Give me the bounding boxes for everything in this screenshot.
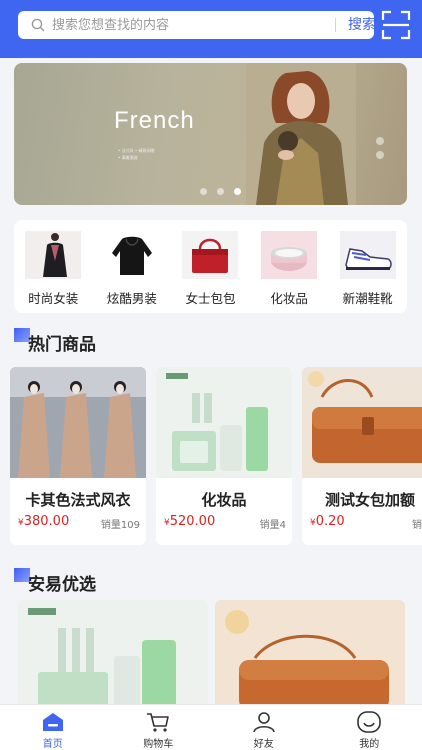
- search-bar[interactable]: 搜索: [18, 11, 376, 39]
- pick-card[interactable]: [18, 600, 208, 710]
- product-name: 化妆品: [201, 491, 247, 509]
- pick-image: [18, 600, 208, 710]
- handbag-icon: [182, 231, 239, 279]
- tab-cart[interactable]: 购物车: [106, 705, 212, 750]
- category-cosmetics[interactable]: 化妆品: [253, 231, 325, 313]
- product-card[interactable]: 测试女包加额 ¥0.20 销量: [302, 367, 422, 545]
- product-image: [156, 367, 292, 478]
- banner-model-image: [246, 63, 356, 205]
- product-name: 测试女包加额: [324, 491, 415, 509]
- category-men[interactable]: 炫酷男装: [96, 231, 168, 313]
- friends-icon: [252, 712, 275, 733]
- tab-friends[interactable]: 好友: [211, 705, 317, 750]
- promo-banner[interactable]: French • 法式风 • 精致闲暇 • 满美潮流: [14, 63, 407, 205]
- banner-dot-active[interactable]: [234, 188, 241, 195]
- product-sales: 销量109: [100, 520, 140, 531]
- banner-pagination: [200, 188, 241, 196]
- product-price: ¥0.20: [310, 514, 345, 529]
- section-header-hot: 热门商品: [14, 328, 214, 355]
- smile-face-icon: [357, 711, 382, 733]
- banner-prev-arrow[interactable]: [376, 151, 384, 159]
- women-coat-icon: [25, 231, 82, 279]
- category-grid: 时尚女装 炫酷男装 女士包包 化妆品 新潮鞋靴: [14, 220, 407, 313]
- tab-profile[interactable]: 我的: [317, 705, 422, 750]
- category-bags[interactable]: 女士包包: [174, 231, 246, 313]
- pick-card[interactable]: [215, 600, 405, 710]
- pick-image: [215, 600, 405, 710]
- category-shoes[interactable]: 新潮鞋靴: [332, 231, 404, 313]
- search-button[interactable]: 搜索: [340, 11, 384, 39]
- product-sales: 销量: [412, 520, 422, 531]
- product-image: [10, 367, 146, 478]
- tab-home[interactable]: 首页: [0, 705, 106, 750]
- banner-dot[interactable]: [200, 188, 207, 195]
- sneaker-icon: [339, 231, 396, 279]
- product-price: ¥380.00: [18, 514, 70, 529]
- product-sales: 销量4: [259, 520, 286, 531]
- category-women[interactable]: 时尚女装: [17, 231, 89, 313]
- search-input[interactable]: [52, 11, 322, 39]
- product-card[interactable]: 化妆品 ¥520.00 销量4: [156, 367, 292, 545]
- hoodie-icon: [103, 231, 160, 279]
- product-name: 卡其色法式风衣: [25, 491, 131, 509]
- top-bar: 搜索: [0, 0, 422, 58]
- product-price: ¥520.00: [164, 514, 216, 529]
- section-header-picks: 安易优选: [14, 568, 214, 595]
- banner-subtitle: • 法式风 • 精致闲暇 • 满美潮流: [118, 148, 155, 160]
- hot-products-carousel[interactable]: 卡其色法式风衣 ¥380.00 销量109 化妆品 ¥520.00 销量4 测试…: [10, 367, 422, 547]
- search-icon: [31, 18, 45, 32]
- banner-dot[interactable]: [217, 188, 224, 195]
- product-image: [302, 367, 422, 478]
- banner-next-arrow[interactable]: [376, 137, 384, 145]
- cosmetics-icon: [261, 231, 318, 279]
- section-title: 安易优选: [28, 575, 96, 595]
- cart-icon: [147, 713, 170, 732]
- section-title: 热门商品: [28, 335, 96, 355]
- product-card[interactable]: 卡其色法式风衣 ¥380.00 销量109: [10, 367, 146, 545]
- bottom-tab-bar: 首页 购物车 好友 我的: [0, 704, 422, 750]
- scan-icon[interactable]: [381, 10, 411, 40]
- search-divider: [335, 18, 336, 32]
- banner-title: French: [114, 107, 195, 134]
- home-icon: [42, 713, 63, 731]
